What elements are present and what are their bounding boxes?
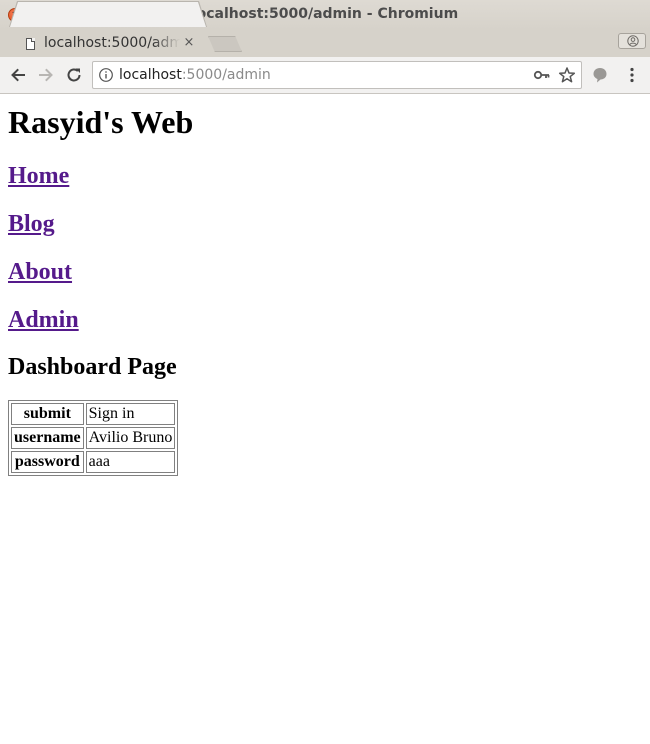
- table-value-cell: Avilio Bruno: [85, 427, 176, 449]
- extension-icon[interactable]: [591, 66, 609, 84]
- nav-link-blog[interactable]: Blog: [8, 211, 55, 237]
- page-favicon-icon: [26, 38, 35, 50]
- back-arrow-icon[interactable]: [9, 66, 27, 84]
- tab-title[interactable]: localhost:5000/admin: [44, 35, 180, 53]
- table-key-cell: submit: [11, 403, 84, 425]
- url-host: localhost: [119, 67, 182, 83]
- info-icon[interactable]: [98, 67, 114, 83]
- nav-link-about[interactable]: About: [8, 259, 72, 285]
- kebab-menu-icon[interactable]: [626, 66, 638, 84]
- url-path: :5000/admin: [181, 67, 271, 83]
- key-icon[interactable]: [533, 67, 551, 83]
- profile-button[interactable]: [618, 33, 646, 49]
- nav-home: Home: [8, 162, 642, 190]
- table-key-cell: username: [11, 427, 84, 449]
- table-row: username Avilio Bruno: [11, 427, 176, 449]
- table-value-cell: aaa: [85, 451, 176, 473]
- nav-admin: Admin: [8, 306, 642, 334]
- site-title: Rasyid's Web: [8, 104, 194, 140]
- tab-close-icon[interactable]: ×: [182, 34, 196, 52]
- section-title: Dashboard Page: [8, 354, 177, 380]
- table-key-cell: password: [11, 451, 84, 473]
- credentials-table: submit Sign in username Avilio Bruno pas…: [8, 400, 179, 476]
- tab-active[interactable]: [10, 2, 206, 27]
- nav-blog: Blog: [8, 210, 642, 238]
- reload-icon[interactable]: [65, 66, 83, 84]
- table-row: submit Sign in: [11, 403, 176, 425]
- page-content: Rasyid's Web Home Blog About Admin Dashb…: [8, 94, 642, 476]
- table-value-cell: Sign in: [85, 403, 176, 425]
- forward-arrow-icon[interactable]: [37, 66, 55, 84]
- star-icon[interactable]: [558, 66, 576, 84]
- table-row: password aaa: [11, 451, 176, 473]
- nav-link-admin[interactable]: Admin: [8, 307, 79, 333]
- profile-icon: [627, 35, 639, 47]
- address-bar-url[interactable]: localhost:5000/admin: [119, 66, 271, 84]
- nav-about: About: [8, 258, 642, 286]
- nav-link-home[interactable]: Home: [8, 163, 69, 189]
